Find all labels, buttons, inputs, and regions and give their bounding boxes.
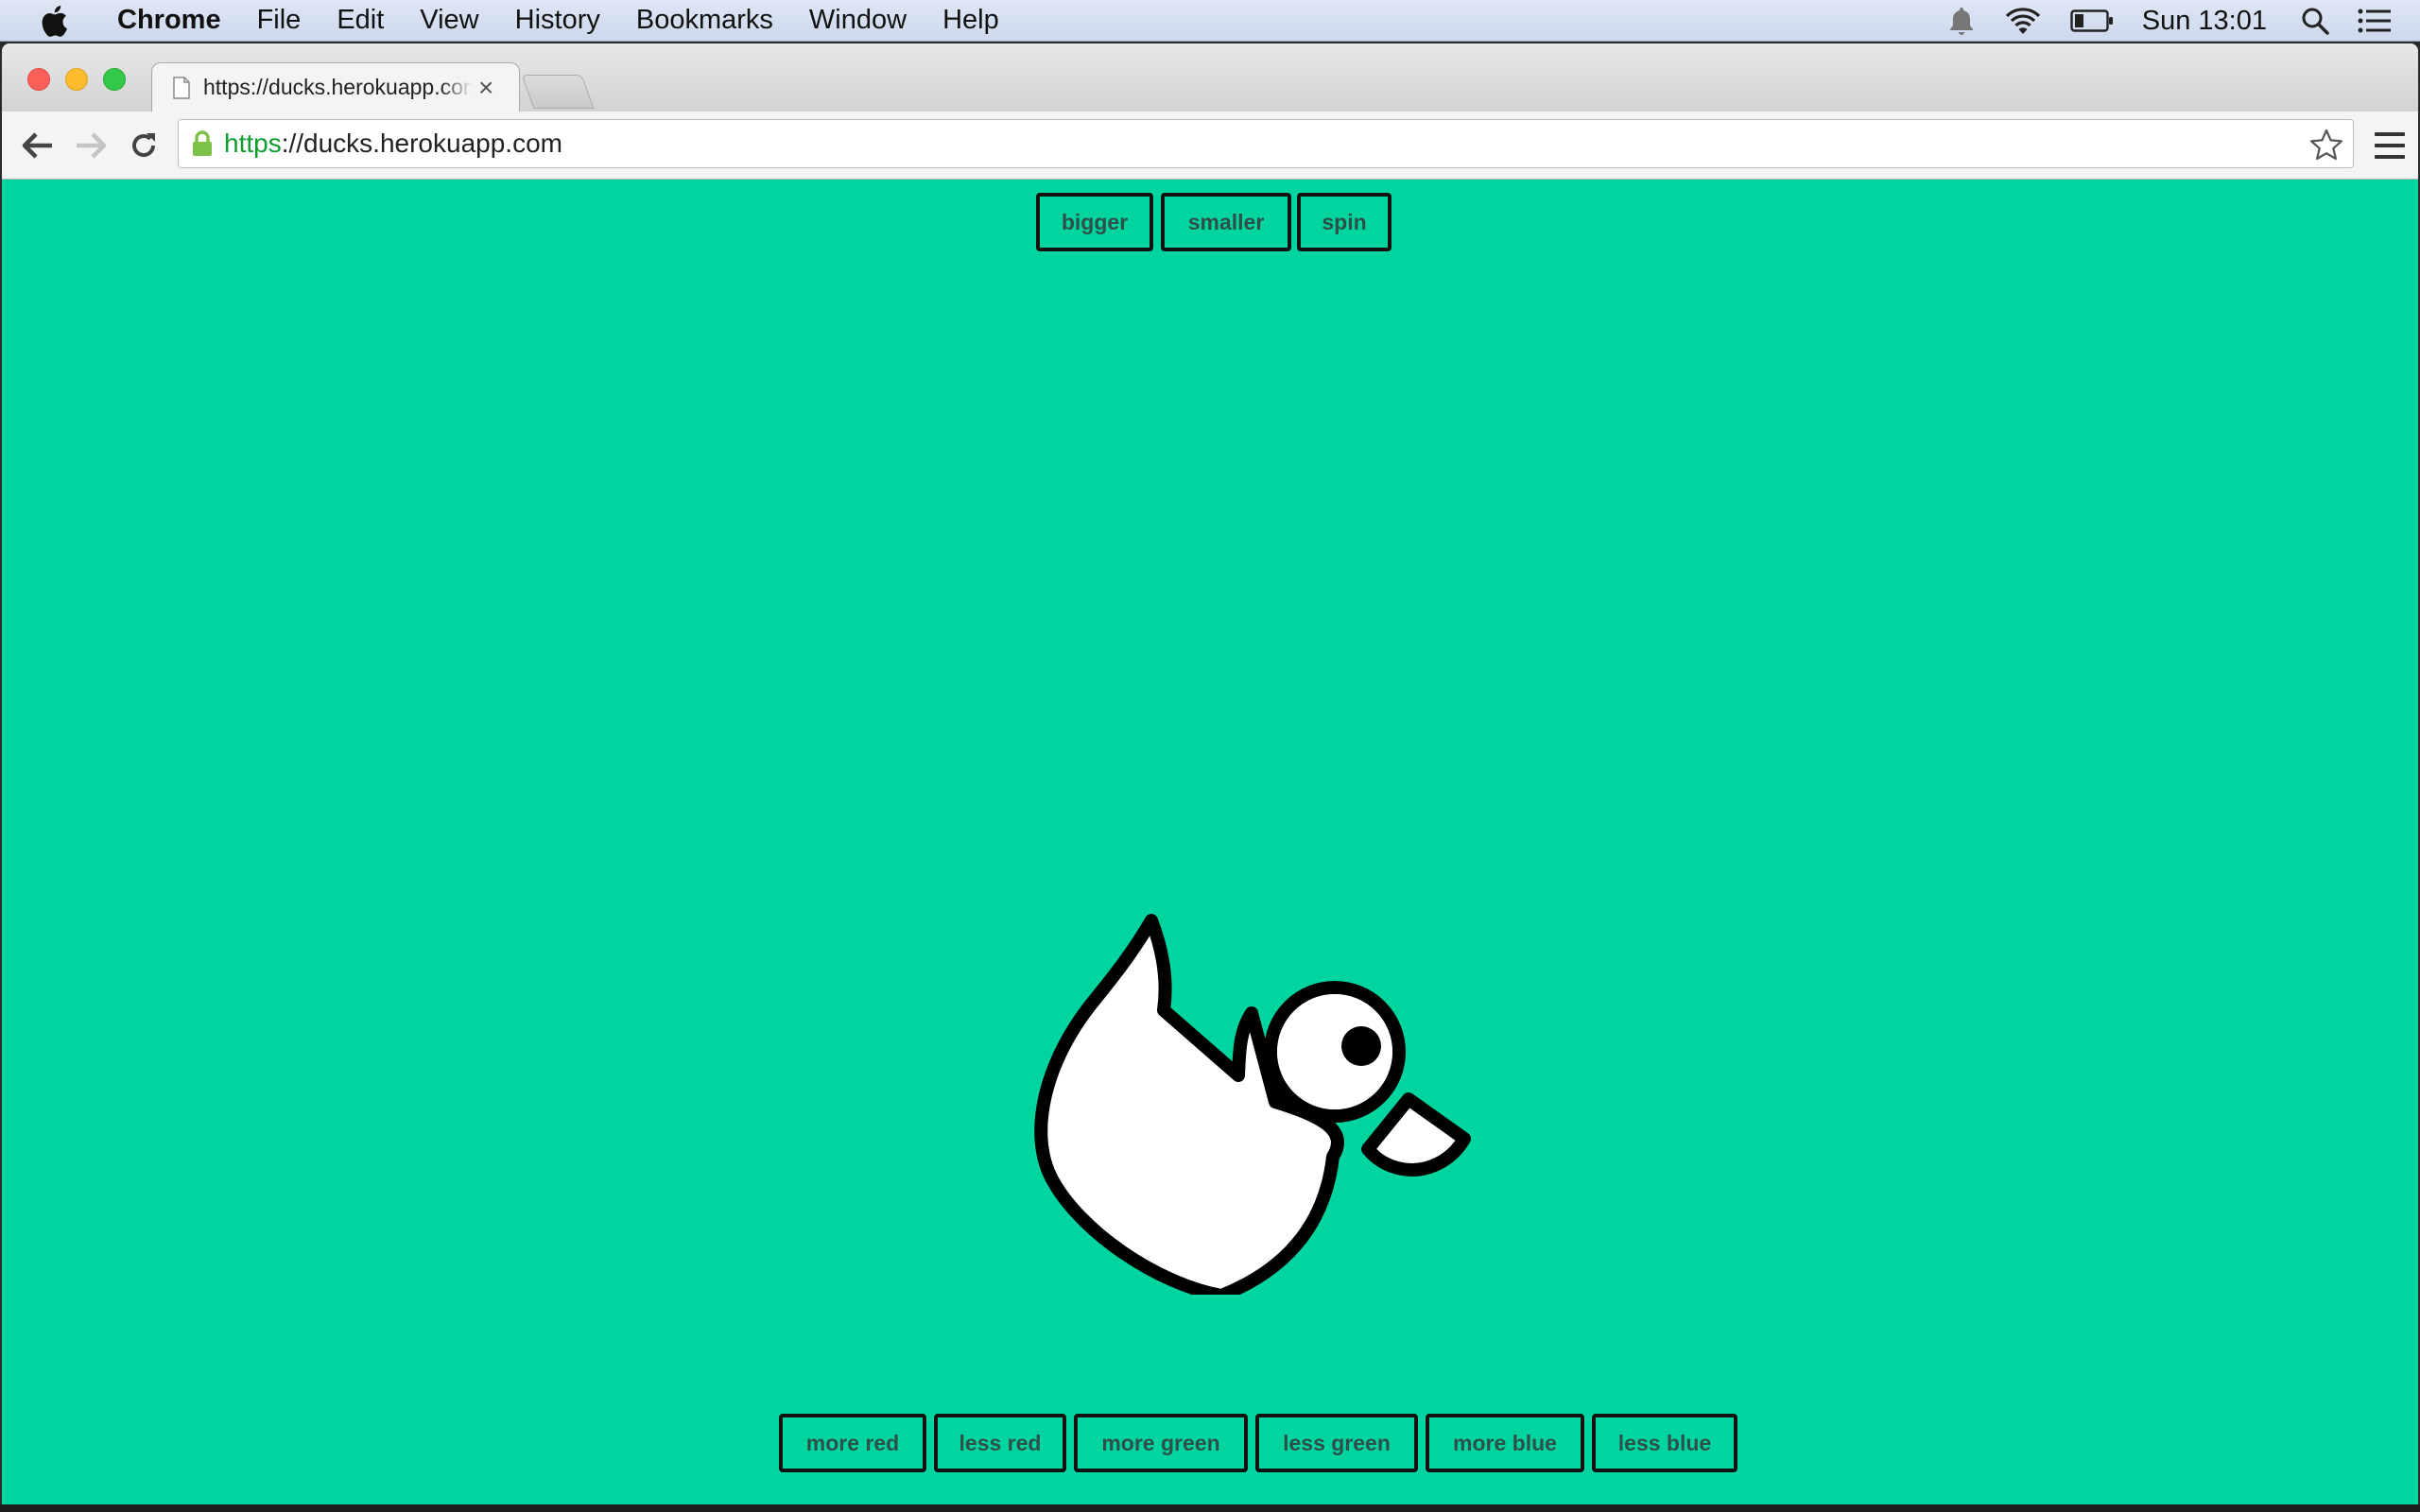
duck-image [1034,914,1471,1295]
tab-close-icon[interactable]: × [478,74,493,101]
close-window-button[interactable] [27,68,50,91]
chrome-menu-icon[interactable] [2371,127,2409,164]
zoom-window-button[interactable] [103,68,126,91]
new-tab-button[interactable] [521,75,595,109]
minimize-window-button[interactable] [65,68,88,91]
more-green-button[interactable]: more green [1074,1414,1248,1472]
reload-icon[interactable] [127,129,161,163]
spin-button[interactable]: spin [1297,193,1392,251]
menu-view[interactable]: View [420,5,478,36]
address-bar-url[interactable]: https://ducks.herokuapp.com [224,129,562,159]
menu-bookmarks[interactable]: Bookmarks [636,5,773,36]
less-red-button[interactable]: less red [934,1414,1066,1472]
smaller-button[interactable]: smaller [1161,193,1291,251]
menu-bar: Chrome File Edit View History Bookmarks … [0,0,2420,42]
menu-edit[interactable]: Edit [337,5,384,36]
menu-history[interactable]: History [515,5,600,36]
page-content: bigger smaller spin more red less red mo… [2,180,2418,1508]
menu-help[interactable]: Help [942,5,999,36]
browser-toolbar: https://ducks.herokuapp.com [2,112,2418,180]
tab-strip: https://ducks.herokuapp.com × [2,43,2418,112]
wifi-icon[interactable] [2004,6,2042,36]
forward-arrow-icon[interactable] [74,129,108,163]
bookmark-star-icon[interactable] [2309,128,2343,162]
address-bar[interactable]: https://ducks.herokuapp.com [178,119,2354,168]
less-blue-button[interactable]: less blue [1592,1414,1737,1472]
back-arrow-icon[interactable] [21,129,55,163]
bigger-button[interactable]: bigger [1036,193,1153,251]
notification-bell-icon[interactable] [1947,6,1976,36]
desktop-edge [0,1504,2420,1512]
spotlight-search-icon[interactable] [2301,7,2329,35]
browser-tab[interactable]: https://ducks.herokuapp.com × [151,62,520,112]
url-scheme: https [224,129,282,158]
apple-icon[interactable] [34,1,74,41]
menu-window[interactable]: Window [809,5,907,36]
menu-app-chrome[interactable]: Chrome [117,5,221,36]
lock-icon[interactable] [190,129,215,158]
tab-title: https://ducks.herokuapp.com [203,75,473,99]
more-red-button[interactable]: more red [779,1414,926,1472]
more-blue-button[interactable]: more blue [1426,1414,1584,1472]
menu-file[interactable]: File [257,5,302,36]
url-host: ://ducks.herokuapp.com [281,129,562,158]
page-icon [173,76,190,99]
notification-center-icon[interactable] [2358,8,2392,34]
browser-window: https://ducks.herokuapp.com × https://du… [2,43,2418,1508]
menubar-clock[interactable]: Sun 13:01 [2142,6,2267,37]
battery-icon[interactable] [2070,9,2114,33]
less-green-button[interactable]: less green [1255,1414,1418,1472]
